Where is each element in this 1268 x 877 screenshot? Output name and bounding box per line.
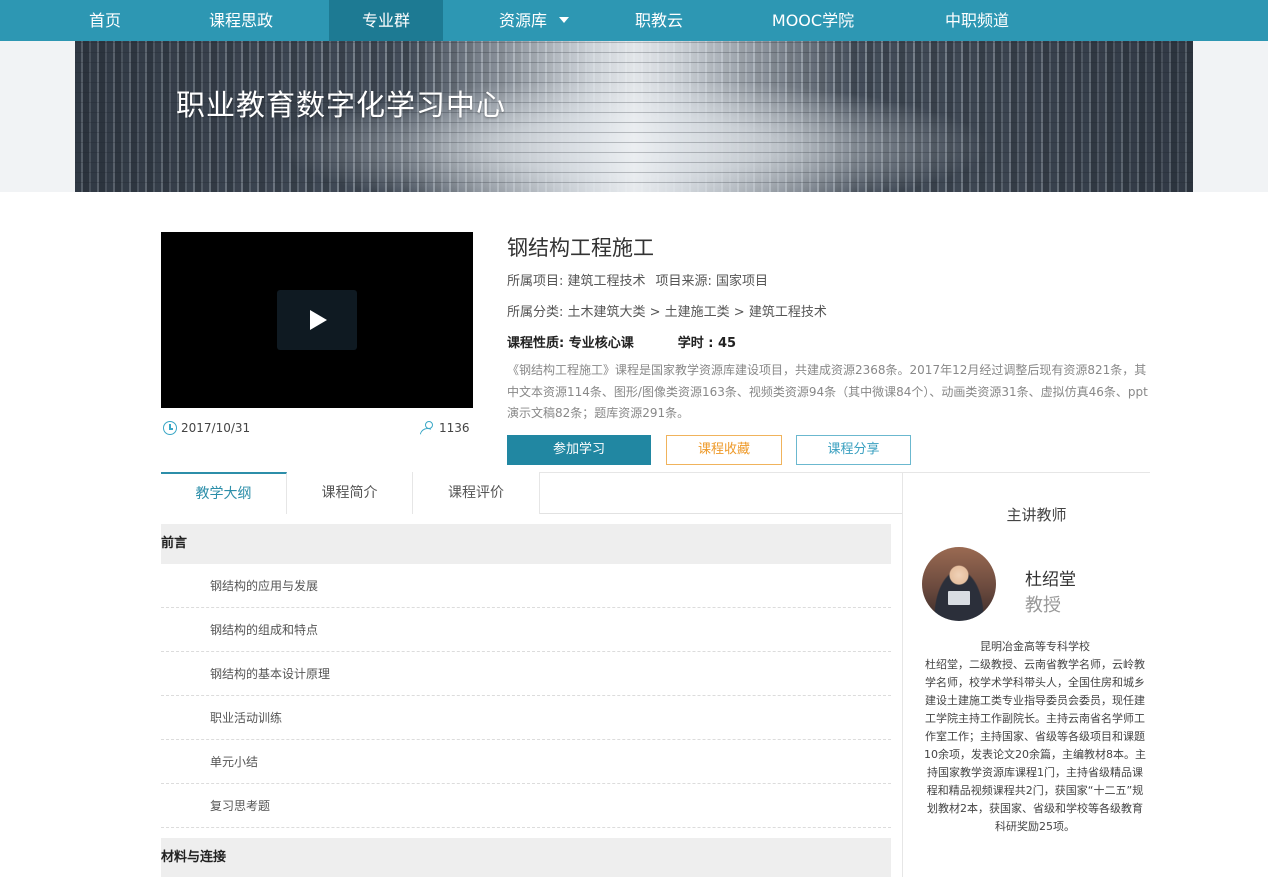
tab-course-review[interactable]: 课程评价 (413, 472, 540, 514)
banner-title: 职业教育数字化学习中心 (176, 88, 507, 122)
play-icon[interactable] (277, 290, 357, 350)
course-nature: 课程性质: 专业核心课 (507, 336, 634, 351)
tab-course-intro[interactable]: 课程简介 (287, 472, 413, 514)
course-learner-count: 1136 (420, 420, 470, 436)
teacher-heading: 主讲教师 (1006, 506, 1067, 524)
syllabus-lesson-item[interactable]: 单元小结 (161, 740, 891, 784)
course-video-player[interactable] (161, 232, 473, 408)
syllabus-lesson-item[interactable]: 钢结构的基本设计原理 (161, 652, 891, 696)
syllabus-section-header[interactable]: 前言 (161, 524, 891, 564)
syllabus-lesson-item[interactable]: 钢结构的组成和特点 (161, 608, 891, 652)
syllabus-section-header[interactable]: 材料与连接 (161, 838, 891, 877)
clock-icon (163, 421, 177, 435)
people-icon (420, 421, 436, 435)
course-project-line: 所属项目: 建筑工程技术 项目来源: 国家项目 (507, 270, 768, 289)
chevron-down-icon (559, 16, 569, 23)
course-description: 《钢结构工程施工》课程是国家教学资源库建设项目，共建成资源2368条。2017年… (507, 363, 1148, 420)
syllabus-lesson-item[interactable]: 职业活动训练 (161, 696, 891, 740)
syllabus-lesson-item[interactable]: 复习思考题 (161, 784, 891, 828)
course-hours: 学时 : 45 (677, 336, 737, 351)
course-source: 项目来源: 国家项目 (655, 274, 769, 289)
nav-item-home[interactable]: 首页 (64, 0, 146, 41)
course-date: 2017/10/31 (163, 420, 250, 436)
teacher-name: 杜绍堂 (1025, 570, 1076, 590)
nav-item-resource-library[interactable]: 资源库 (478, 0, 590, 41)
course-category: 所属分类: 土木建筑大类 > 土建施工类 > 建筑工程技术 (507, 305, 827, 320)
nav-item-course-ideology[interactable]: 课程思政 (190, 0, 292, 41)
course-nature-line: 课程性质: 专业核心课 学时 : 45 (507, 332, 736, 351)
join-course-button[interactable]: 参加学习 (507, 435, 651, 465)
sidebar-divider (902, 473, 903, 877)
tab-syllabus[interactable]: 教学大纲 (161, 472, 287, 514)
course-learner-count-value: 1136 (439, 421, 470, 435)
teacher-avatar (922, 547, 996, 621)
course-project: 所属项目: 建筑工程技术 (507, 274, 646, 289)
share-course-button[interactable]: 课程分享 (796, 435, 911, 465)
nav-item-mooc[interactable]: MOOC学院 (752, 0, 874, 41)
nav-item-zhijiaoyun[interactable]: 职教云 (616, 0, 702, 41)
syllabus-lesson-item[interactable]: 钢结构的应用与发展 (161, 564, 891, 608)
teacher-bio: 昆明冶金高等专科学校 杜绍堂，二级教授、云南省教学名师，云岭教学名师，校学术学科… (924, 640, 1146, 833)
nav-item-major-group[interactable]: 专业群 (329, 0, 443, 41)
course-title: 钢结构工程施工 (507, 236, 654, 260)
top-nav: 首页 课程思政 专业群 资源库 职教云 MOOC学院 中职频道 (0, 0, 1268, 41)
nav-item-secondary-vocational[interactable]: 中职频道 (926, 0, 1028, 41)
teacher-title: 教授 (1025, 595, 1061, 616)
course-date-value: 2017/10/31 (181, 421, 251, 435)
nav-item-resource-library-label: 资源库 (498, 11, 547, 30)
favorite-course-button[interactable]: 课程收藏 (666, 435, 782, 465)
